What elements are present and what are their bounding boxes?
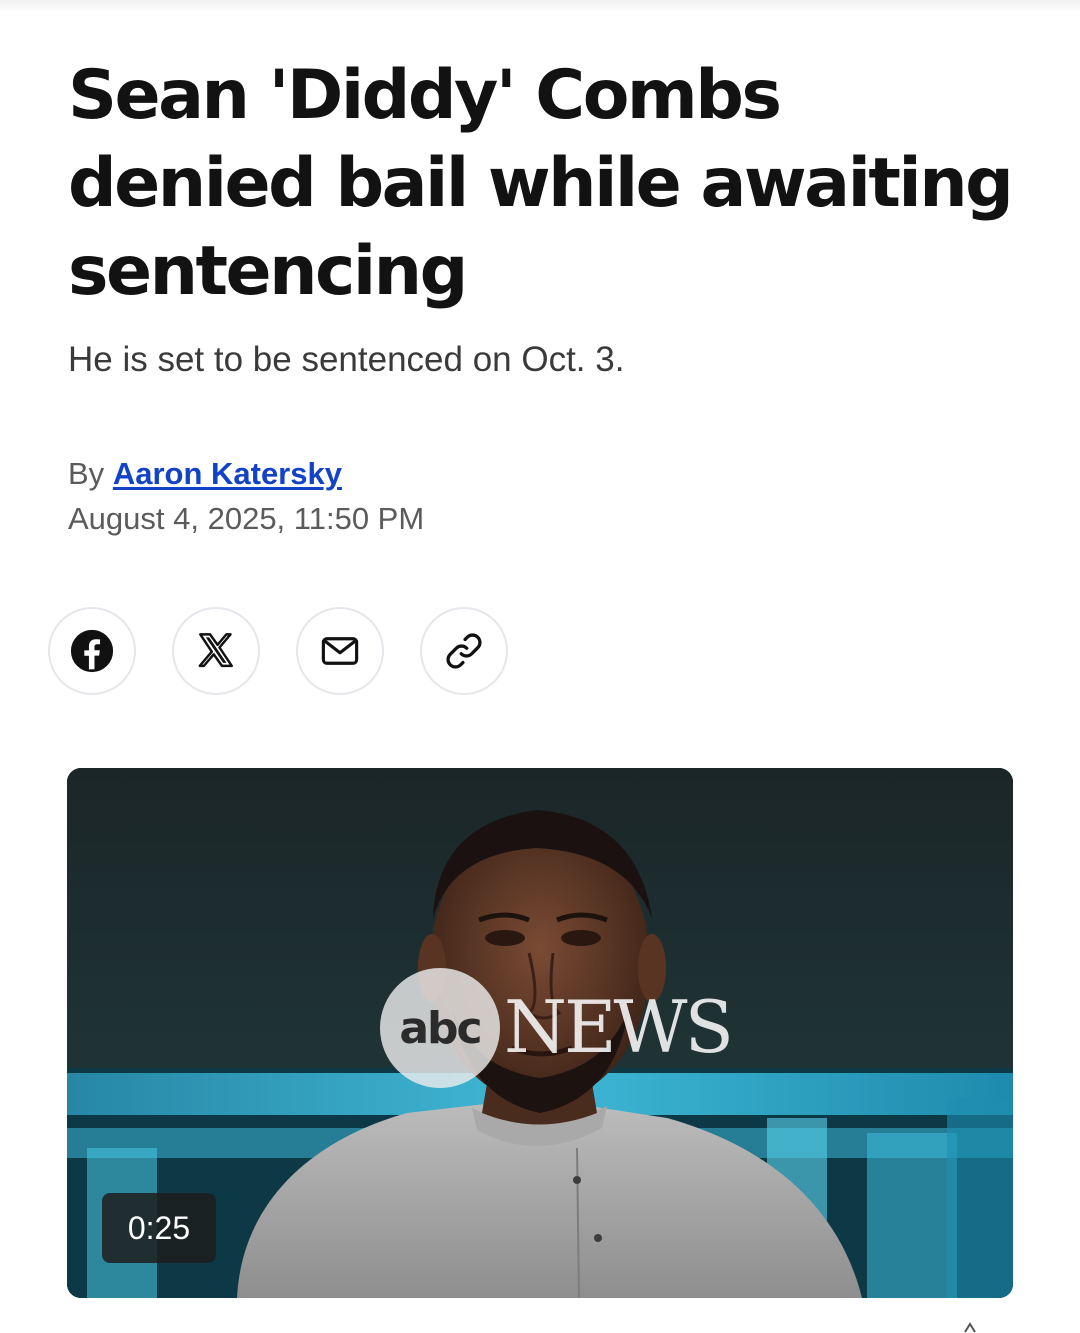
x-icon	[198, 633, 233, 668]
article-page: Sean 'Diddy' Combs denied bail while awa…	[0, 0, 1080, 1333]
news-logo-text: NEWS	[504, 985, 734, 1069]
share-bar	[48, 607, 508, 695]
publish-date: August 4, 2025, 11:50 PM	[68, 501, 425, 536]
byline-prefix: By	[68, 456, 105, 491]
video-player[interactable]: abc NEWS 0:25	[67, 768, 1013, 1298]
abc-logo-circle: abc	[380, 968, 500, 1088]
abc-logo-text: abc	[399, 1002, 482, 1054]
copy-link-button[interactable]	[420, 607, 508, 695]
mail-icon	[321, 637, 359, 665]
share-email-button[interactable]	[296, 607, 384, 695]
author-link[interactable]: Aaron Katersky	[113, 456, 342, 491]
article-subheadline: He is set to be sentenced on Oct. 3.	[68, 340, 625, 379]
video-duration-badge: 0:25	[102, 1193, 216, 1263]
share-x-button[interactable]	[172, 607, 260, 695]
article-headline: Sean 'Diddy' Combs denied bail while awa…	[68, 56, 1014, 311]
chevron-up-icon	[964, 1322, 976, 1333]
byline: By Aaron Katersky	[68, 455, 342, 493]
top-shade	[0, 0, 1080, 14]
link-icon	[446, 633, 482, 669]
share-facebook-button[interactable]	[48, 607, 136, 695]
facebook-icon	[70, 629, 114, 673]
